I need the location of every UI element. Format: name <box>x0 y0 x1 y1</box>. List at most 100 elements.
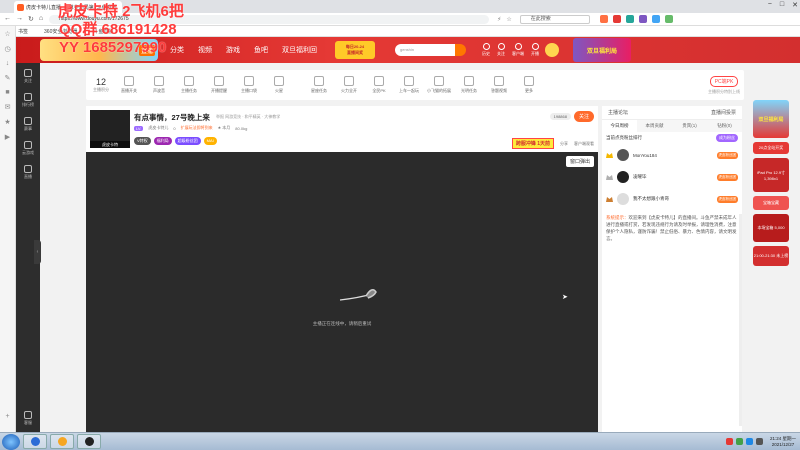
pk-button[interactable]: PC端PK <box>709 75 739 87</box>
note-icon[interactable]: ✎ <box>5 74 11 82</box>
tool-sound[interactable]: 声波音 <box>146 76 172 94</box>
go-live-button[interactable]: 开播 <box>531 43 539 57</box>
history-button[interactable]: 历史 <box>482 43 490 57</box>
time-card[interactable]: 21:00-21:30 未上榜 <box>753 246 789 266</box>
star-icon[interactable]: ☆ <box>4 30 10 38</box>
promo-text[interactable]: 20点全站开奖 <box>753 142 789 154</box>
extension-icon[interactable] <box>599 15 608 23</box>
nav-item-match[interactable]: 赛事 <box>24 117 32 132</box>
extension-icon[interactable] <box>638 15 647 23</box>
tool-pk[interactable]: 全民PK <box>366 76 392 94</box>
user-avatar[interactable] <box>545 43 559 57</box>
tool-more[interactable]: 更多 <box>516 76 542 94</box>
extension-icon[interactable] <box>651 15 660 23</box>
mail-icon[interactable]: ✉ <box>5 103 11 111</box>
nav-item-rank[interactable]: 排行榜 <box>22 93 34 108</box>
tool-star[interactable]: 星座任务 <box>306 76 332 94</box>
menu-item-event[interactable]: 双旦福利回 <box>282 45 317 55</box>
follow-nav-button[interactable]: 关注 <box>497 43 505 57</box>
video-icon[interactable]: ▶ <box>5 133 10 141</box>
volume-icon[interactable] <box>755 438 763 445</box>
taskbar-app-game[interactable] <box>50 434 74 449</box>
tool-fire[interactable]: 火力全开 <box>336 76 362 94</box>
collapse-handle[interactable]: ‹ <box>34 240 41 264</box>
menu-item-category[interactable]: 分类 <box>170 45 184 55</box>
tool-live-switch[interactable]: 直播开关 <box>116 76 142 94</box>
game-icon[interactable]: ■ <box>5 89 9 96</box>
home-icon[interactable]: ⌂ <box>39 15 43 23</box>
promo-badge[interactable]: 每日20-24 直播间奖 <box>335 41 375 59</box>
nav-item-cloud-game[interactable]: 云游戏 <box>22 141 34 156</box>
client-button[interactable]: 客户端 <box>512 43 524 57</box>
maximize-icon[interactable]: □ <box>780 1 784 9</box>
taskbar-app-obs[interactable] <box>77 434 101 449</box>
tool-reminder[interactable]: 开播提醒 <box>206 76 232 94</box>
close-window-icon[interactable]: ✕ <box>792 1 798 9</box>
nav-item-live[interactable]: 直播 <box>24 165 32 180</box>
anchor-avatar[interactable]: 虎皮卡特 <box>90 110 130 148</box>
follow-button[interactable]: 关注 <box>573 111 594 122</box>
tool-pocket[interactable]: 主播口袋 <box>236 76 262 94</box>
extension-icon[interactable] <box>625 15 634 23</box>
start-button[interactable] <box>2 433 20 450</box>
tool-light[interactable]: 光明任务 <box>456 76 482 94</box>
download-icon[interactable]: ↓ <box>6 60 10 67</box>
treasure-card[interactable]: 本场宝箱 5,000 <box>753 214 789 242</box>
prize-card[interactable]: iPad Pro 12.9寸 1,398x1 <box>753 158 789 192</box>
extension-icon[interactable] <box>664 15 673 23</box>
menu-item-video[interactable]: 视频 <box>198 45 212 55</box>
tool-task[interactable]: 主播任务 <box>176 76 202 94</box>
rank-row[interactable]: 凌曜毕 虎皮粉丝团 <box>602 166 742 188</box>
tab-vip[interactable]: 贵宾(1) <box>672 120 707 132</box>
anchor-forum-link[interactable]: 主播论坛 <box>608 109 628 116</box>
chip-fans[interactable]: 超级粉丝团 <box>174 137 201 145</box>
client-watch-button[interactable]: 客户端观看 <box>574 141 594 147</box>
lightning-icon[interactable]: ⚡ <box>497 16 501 23</box>
extension-icon[interactable] <box>612 15 621 23</box>
tool-cat[interactable]: 小飞猫的拓展 <box>426 76 452 94</box>
nav-item-service[interactable]: 客服 <box>24 411 32 426</box>
search-button[interactable] <box>455 44 466 56</box>
vote-link[interactable]: 直播间投票 <box>711 109 736 116</box>
chip-mai[interactable]: MAI <box>203 137 217 145</box>
tab-weekly[interactable]: 今日周榜 <box>602 120 637 132</box>
menu-item-game[interactable]: 游戏 <box>226 45 240 55</box>
reload-icon[interactable]: ↻ <box>28 15 34 23</box>
minimize-icon[interactable]: − <box>768 1 772 9</box>
douyu-search-input[interactable]: genshin <box>395 44 455 56</box>
event-banner[interactable]: 双旦福利局 <box>573 38 631 62</box>
chat-scrollbar[interactable] <box>739 214 742 426</box>
treasure-title[interactable]: 宝箱宝藏 <box>753 196 789 210</box>
star-icon[interactable]: ☆ <box>506 16 511 23</box>
rank-row[interactable]: 我不太想跟小青哥 虎皮粉丝团 <box>602 188 742 210</box>
cart-icon[interactable]: ★ <box>4 118 10 126</box>
room-tags[interactable]: 举报 网游竞技 · 和平精英 · 大神教学 <box>216 114 280 120</box>
nav-item-follow[interactable]: 关注 <box>24 69 32 84</box>
level-box[interactable]: 12 主播积分 <box>86 77 116 93</box>
tray-icon[interactable] <box>725 438 733 445</box>
clock-icon[interactable]: ◷ <box>4 45 10 53</box>
tool-mars[interactable]: 火星 <box>266 76 292 94</box>
menu-item-yuba[interactable]: 鱼吧 <box>254 45 268 55</box>
bookmark-item[interactable]: 书签 <box>18 28 28 35</box>
rank-row[interactable]: MonYou184 虎皮粉丝团 <box>602 144 742 166</box>
share-button[interactable]: 分享 <box>560 141 568 147</box>
tray-icon[interactable] <box>735 438 743 445</box>
taskbar-app-browser[interactable] <box>23 434 47 449</box>
back-icon[interactable]: ← <box>4 15 11 23</box>
event-tag[interactable]: 跨服冲锋 1天前 <box>511 138 554 149</box>
chip-welfare[interactable]: 福利局 <box>153 137 172 145</box>
become-fan-button[interactable]: 成为粉丝 <box>716 134 738 142</box>
tray-icon[interactable] <box>745 438 753 445</box>
video-player[interactable]: 窗口弹出 主播正在连线中，请稍后重试 ➤ <box>86 152 598 432</box>
system-clock[interactable]: 21:24 星期一 2021/12/27 <box>770 436 796 448</box>
promo-banner[interactable]: 双旦福利局 <box>753 100 789 138</box>
tool-quiz[interactable]: 答题视频 <box>486 76 512 94</box>
tab-diamond[interactable]: 钻粉(0) <box>707 120 742 132</box>
tab-contribution[interactable]: 本周贡献 <box>637 120 672 132</box>
forward-icon[interactable]: → <box>16 15 23 23</box>
browser-search-input[interactable]: 在此搜索 <box>519 14 590 24</box>
tool-carpool[interactable]: 上车一起玩 <box>396 76 422 94</box>
popout-button[interactable]: 窗口弹出 <box>565 156 594 167</box>
add-icon[interactable]: + <box>5 413 9 420</box>
